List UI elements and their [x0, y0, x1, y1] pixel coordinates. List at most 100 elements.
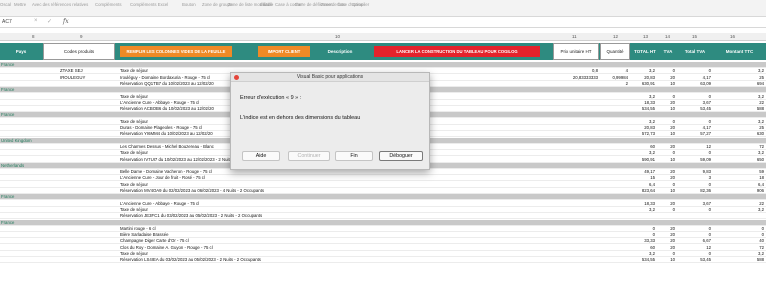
ht-cell[interactable]: 534,55: [642, 257, 655, 263]
country-label[interactable]: France: [1, 220, 14, 226]
ttc-cell[interactable]: 694: [757, 81, 764, 87]
tva-cell[interactable]: 0: [673, 182, 675, 188]
column-header[interactable]: 11: [572, 34, 577, 39]
ttc-cell[interactable]: 0: [762, 226, 764, 232]
ribbon-item[interactable]: Compiler: [352, 2, 369, 7]
country-label[interactable]: France: [1, 194, 14, 200]
tva-cell[interactable]: 10: [670, 257, 675, 263]
ttc-cell[interactable]: 25: [759, 125, 764, 131]
ttc-cell[interactable]: 6,4: [758, 182, 764, 188]
ttc-cell[interactable]: 72: [759, 245, 764, 251]
description-cell[interactable]: Clos du Roy - Domaine A. Guyon - Rouge -…: [120, 245, 213, 251]
ttva-cell[interactable]: 0: [709, 68, 711, 74]
ttva-cell[interactable]: 12: [706, 245, 711, 251]
ht-cell[interactable]: 0: [653, 226, 655, 232]
country-label[interactable]: France: [1, 87, 14, 93]
description-cell[interactable]: Bière Sarladaise Brassée: [120, 232, 169, 238]
tva-cell[interactable]: 0: [673, 68, 675, 74]
ttc-cell[interactable]: 650: [757, 157, 764, 163]
ttva-cell[interactable]: 57,27: [700, 131, 711, 137]
description-cell[interactable]: Champagne Diger Carte d'Or - 75 cl: [120, 238, 189, 244]
prix-cell[interactable]: 20,83333333: [573, 75, 598, 81]
ribbon-item[interactable]: Avec des références relatives: [32, 2, 88, 7]
ht-cell[interactable]: 0: [653, 232, 655, 238]
ht-cell[interactable]: 823,64: [642, 188, 655, 194]
product-code-cell[interactable]: IROULEGUY: [60, 75, 85, 81]
tva-cell[interactable]: 0: [673, 94, 675, 100]
ttc-cell[interactable]: 906: [757, 188, 764, 194]
ttva-cell[interactable]: 0: [709, 207, 711, 213]
ht-cell[interactable]: 3,2: [649, 68, 655, 74]
tva-cell[interactable]: 20: [670, 226, 675, 232]
lancer-construction-button[interactable]: LANCER LA CONSTRUCTION DU TABLEAU POUR C…: [374, 46, 540, 57]
ttc-cell[interactable]: 630: [757, 131, 764, 137]
ttc-cell[interactable]: 40: [759, 238, 764, 244]
product-code-cell[interactable]: ZTAXE SEJ: [60, 68, 83, 74]
ttc-cell[interactable]: 3,2: [758, 207, 764, 213]
ttva-cell[interactable]: 6,67: [703, 238, 711, 244]
ttc-cell[interactable]: 3,2: [758, 119, 764, 125]
fin-button[interactable]: Fin: [335, 151, 373, 161]
description-cell[interactable]: Taxe de séjour: [120, 182, 148, 188]
import-client-button[interactable]: IMPORT CLIENT: [258, 46, 310, 57]
ttva-cell[interactable]: 0: [709, 251, 711, 257]
description-cell[interactable]: Duras - Domaine Plageoles - Rouge - 75 c…: [120, 125, 202, 131]
ttc-cell[interactable]: 588: [757, 257, 764, 263]
ttva-cell[interactable]: 3,67: [703, 100, 711, 106]
ttc-cell[interactable]: 3,2: [758, 150, 764, 156]
ttva-cell[interactable]: 12: [706, 144, 711, 150]
ttc-cell[interactable]: 59: [759, 169, 764, 175]
ttva-cell[interactable]: 0: [709, 119, 711, 125]
ttva-cell[interactable]: 4,17: [703, 75, 711, 81]
description-cell[interactable]: Réservation ACBOB6 du 10/02/2023 au 12/0…: [120, 106, 214, 112]
tva-cell[interactable]: 0: [673, 119, 675, 125]
ht-cell[interactable]: 6,4: [649, 182, 655, 188]
ribbon-item[interactable]: Bouton: [182, 2, 196, 7]
ttc-cell[interactable]: 3,2: [758, 251, 764, 257]
tva-cell[interactable]: 10: [670, 188, 675, 194]
description-cell[interactable]: Taxe de séjour: [120, 207, 148, 213]
ht-cell[interactable]: 630,91: [642, 81, 655, 87]
country-label[interactable]: Netherlands: [1, 163, 24, 169]
column-header[interactable]: 14: [665, 34, 670, 39]
ht-cell[interactable]: 572,73: [642, 131, 655, 137]
qte-cell[interactable]: 2: [626, 81, 628, 87]
tva-cell[interactable]: 20: [670, 144, 675, 150]
aide-button[interactable]: Aide: [242, 151, 280, 161]
description-cell[interactable]: Taxe de séjour: [120, 68, 148, 74]
ht-cell[interactable]: 18,33: [644, 201, 655, 207]
cancel-icon[interactable]: ×: [34, 18, 38, 24]
description-cell[interactable]: Réservation YI6MM4 du 10/02/2023 au 12/0…: [120, 131, 213, 137]
ttc-cell[interactable]: 18: [759, 175, 764, 181]
ht-cell[interactable]: 49,17: [644, 169, 655, 175]
description-cell[interactable]: Taxe de séjour: [120, 119, 148, 125]
tva-cell[interactable]: 20: [670, 125, 675, 131]
ttva-cell[interactable]: 59,09: [700, 157, 711, 163]
column-header[interactable]: 13: [643, 34, 648, 39]
ttc-cell[interactable]: 588: [757, 106, 764, 112]
description-cell[interactable]: Irouléguy - Domaine Bordaxuria - Rouge -…: [120, 75, 210, 81]
enter-icon[interactable]: ✓: [47, 18, 52, 25]
tva-cell[interactable]: 10: [670, 131, 675, 137]
qte-cell[interactable]: 0,99984: [612, 75, 628, 81]
description-cell[interactable]: Taxe de séjour: [120, 251, 148, 257]
ttc-cell[interactable]: 22: [759, 100, 764, 106]
function-icon[interactable]: fx: [63, 18, 69, 25]
qte-cell[interactable]: 4: [626, 68, 628, 74]
ht-cell[interactable]: 3,2: [649, 119, 655, 125]
tva-cell[interactable]: 20: [670, 169, 675, 175]
description-cell[interactable]: Réservation LS4IEA du 03/02/2023 au 05/0…: [120, 257, 261, 263]
ttva-cell[interactable]: 9,83: [703, 169, 711, 175]
ttc-cell[interactable]: 22: [759, 201, 764, 207]
ttc-cell[interactable]: 0: [762, 232, 764, 238]
ht-cell[interactable]: 3,2: [649, 207, 655, 213]
ttc-cell[interactable]: 3,2: [758, 94, 764, 100]
ht-cell[interactable]: 3,2: [649, 251, 655, 257]
ribbon-item[interactable]: Intitulé: [260, 2, 273, 7]
column-header[interactable]: 8: [32, 34, 35, 39]
tva-cell[interactable]: 0: [673, 150, 675, 156]
ttva-cell[interactable]: 0: [709, 94, 711, 100]
ttva-cell[interactable]: 3: [709, 175, 711, 181]
ttva-cell[interactable]: 0: [709, 226, 711, 232]
ht-cell[interactable]: 60: [650, 144, 655, 150]
